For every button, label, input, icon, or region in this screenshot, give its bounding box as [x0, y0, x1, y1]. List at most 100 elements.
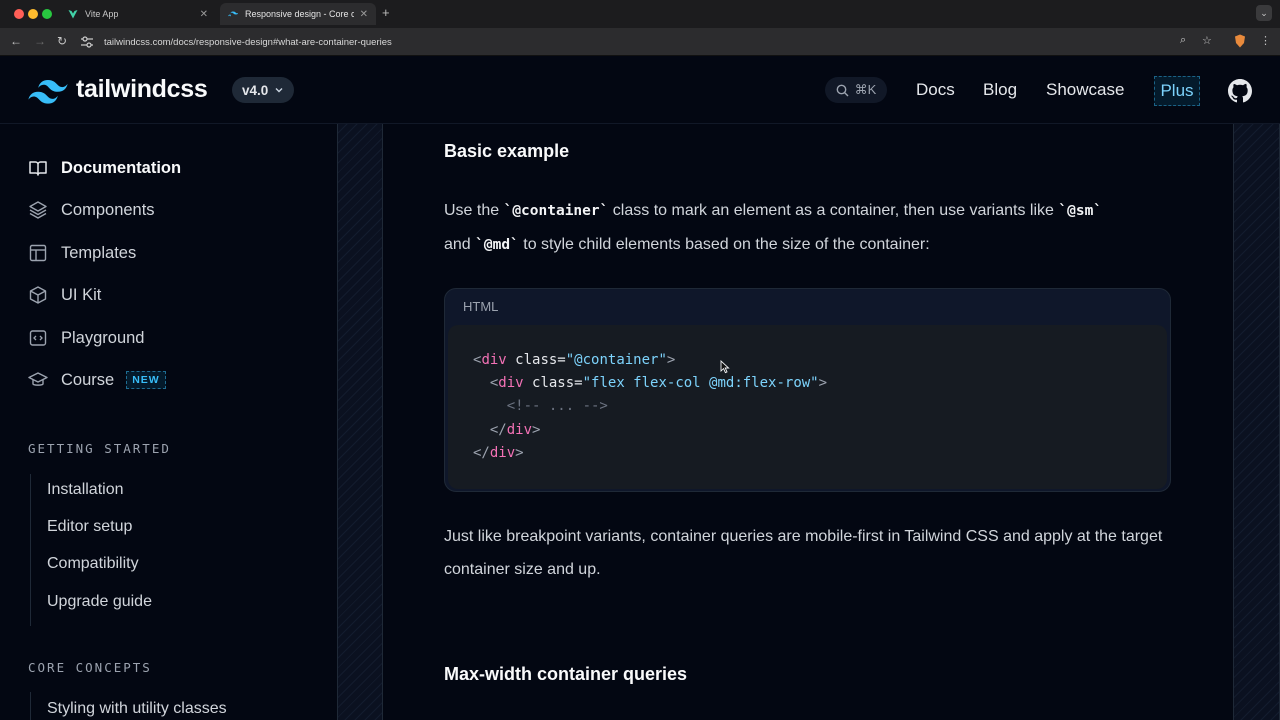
new-badge: NEW [126, 371, 166, 389]
minimize-window-button[interactable] [28, 9, 38, 19]
nav-showcase-link[interactable]: Showcase [1046, 80, 1124, 100]
sidebar-link-upgrade-guide[interactable]: Upgrade guide [47, 593, 152, 611]
code-tag: div [498, 375, 524, 392]
sidebar-item-templates[interactable]: Templates [28, 241, 136, 265]
docs-sidebar: Documentation Components Templates UI Ki… [0, 124, 337, 720]
sidebar-item-ui-kit[interactable]: UI Kit [28, 283, 101, 307]
close-tab-icon[interactable]: ✕ [360, 9, 368, 20]
reload-icon[interactable]: ↻ [57, 34, 67, 48]
new-tab-icon[interactable]: + [382, 5, 390, 20]
search-shortcut: ⌘K [854, 82, 877, 97]
graduation-cap-icon [28, 372, 48, 386]
code-punct: > [666, 352, 676, 368]
nav-docs-link[interactable]: Docs [916, 80, 955, 100]
decorative-gutter-right [1233, 124, 1280, 720]
close-window-button[interactable] [14, 9, 24, 19]
sidebar-label: Templates [61, 243, 137, 262]
docs-content: Basic example Use the `@container` class… [383, 124, 1233, 720]
inline-code: `@sm` [1058, 203, 1103, 219]
search-icon [836, 84, 849, 96]
mouse-cursor-icon [720, 360, 730, 374]
sidebar-item-components[interactable]: Components [28, 198, 155, 222]
code-icon [29, 330, 47, 346]
nav-plus-link[interactable]: Plus [1154, 76, 1200, 106]
sidebar-link-compatibility[interactable]: Compatibility [47, 555, 139, 573]
code-language-label: HTML [463, 299, 499, 314]
url-field[interactable]: tailwindcss.com/docs/responsive-design#w… [80, 32, 1225, 52]
tab-title: Responsive design - Core co [245, 9, 354, 19]
close-tab-icon[interactable]: ✕ [200, 9, 208, 20]
inline-code: `@md` [475, 237, 519, 253]
zoom-icon[interactable]: ⌕ [1180, 34, 1186, 47]
version-label: v4.0 [242, 82, 269, 98]
maximize-window-button[interactable] [42, 9, 52, 19]
sidebar-item-playground[interactable]: Playground [28, 326, 144, 350]
sidebar-link-editor-setup[interactable]: Editor setup [47, 518, 132, 536]
paragraph-mobile-first: Just like breakpoint variants, container… [444, 528, 1163, 578]
sidebar-label: Course [61, 370, 115, 389]
browser-menu-icon[interactable]: ⋮ [1260, 34, 1271, 47]
search-button[interactable]: ⌘K [825, 77, 887, 103]
tailwind-logo-icon[interactable] [28, 80, 68, 104]
code-text: <div class="@container"> <div class="fle… [473, 349, 827, 465]
text-run: class to mark an element as a container,… [608, 202, 1059, 219]
section-rule [30, 692, 31, 720]
code-string: "@container" [565, 352, 667, 368]
url-text: tailwindcss.com/docs/responsive-design#w… [104, 36, 392, 48]
section-heading-basic-example: Basic example [444, 141, 570, 161]
section-heading-getting-started: GETTING STARTED [28, 441, 171, 456]
text-run: and [444, 236, 476, 253]
sidebar-label: Playground [61, 328, 145, 347]
code-punct: </ [473, 444, 490, 461]
paragraph-basic-example: Use the `@container` class to mark an el… [444, 194, 1184, 262]
brave-shield-icon[interactable] [1234, 34, 1246, 48]
sidebar-label: Components [61, 200, 155, 219]
browser-tab-vite[interactable]: Vite App ✕ [60, 3, 216, 25]
bookmark-star-icon[interactable]: ☆ [1202, 34, 1212, 47]
code-attr: class= [523, 375, 583, 392]
tab-search-chevron-icon[interactable]: ⌄ [1256, 5, 1272, 21]
book-icon [29, 161, 47, 176]
code-block: HTML <div class="@container"> <div class… [444, 288, 1171, 492]
layers-icon [29, 201, 47, 219]
code-string: "flex flex-col @md:flex-row" [582, 375, 819, 392]
code-punct: > [515, 444, 524, 461]
code-comment: <!-- ... --> [506, 398, 608, 415]
sidebar-item-course[interactable]: Course NEW [28, 368, 166, 392]
decorative-gutter-left [337, 124, 383, 720]
forward-icon[interactable]: → [34, 34, 46, 48]
section-rule [30, 474, 31, 626]
browser-tab-tailwind[interactable]: Responsive design - Core co ✕ [220, 3, 376, 25]
sidebar-link-installation[interactable]: Installation [47, 481, 124, 499]
text-run: Use the [444, 202, 504, 219]
back-icon[interactable]: ← [10, 34, 22, 48]
section-heading-max-width: Max-width container queries [444, 664, 688, 684]
site-header: tailwindcss v4.0 ⌘K Docs Blog Showcase P… [0, 56, 1280, 124]
sidebar-link-styling-utility-classes[interactable]: Styling with utility classes [47, 700, 227, 718]
nav-blog-link[interactable]: Blog [983, 80, 1017, 100]
code-punct: </ [489, 421, 507, 438]
code-punct: > [532, 421, 541, 438]
code-punct: > [818, 375, 828, 392]
brand-name[interactable]: tailwindcss [76, 75, 208, 104]
sidebar-label: UI Kit [61, 285, 102, 304]
layout-icon [29, 244, 47, 262]
text-run: to style child elements based on the siz… [518, 236, 930, 253]
code-block-body[interactable]: <div class="@container"> <div class="fle… [448, 325, 1167, 489]
inline-code: `@container` [503, 203, 609, 219]
sidebar-item-documentation[interactable]: Documentation [28, 156, 181, 180]
code-attr: class= [506, 352, 566, 368]
code-tag: div [489, 444, 516, 461]
tab-title: Vite App [85, 9, 119, 19]
version-selector[interactable]: v4.0 [232, 77, 295, 103]
cube-icon [29, 286, 47, 304]
code-tag: div [481, 352, 507, 368]
tailwind-favicon-icon [228, 11, 238, 17]
vite-icon [68, 10, 78, 19]
code-tag: div [506, 421, 533, 438]
address-bar-row: ← → ↻ tailwindcss.com/docs/responsive-de… [0, 28, 1280, 56]
browser-tab-bar: Vite App ✕ Responsive design - Core co ✕… [0, 0, 1280, 28]
github-icon[interactable] [1228, 79, 1252, 103]
site-settings-icon[interactable] [80, 36, 94, 48]
section-heading-core-concepts: CORE CONCEPTS [28, 660, 152, 675]
